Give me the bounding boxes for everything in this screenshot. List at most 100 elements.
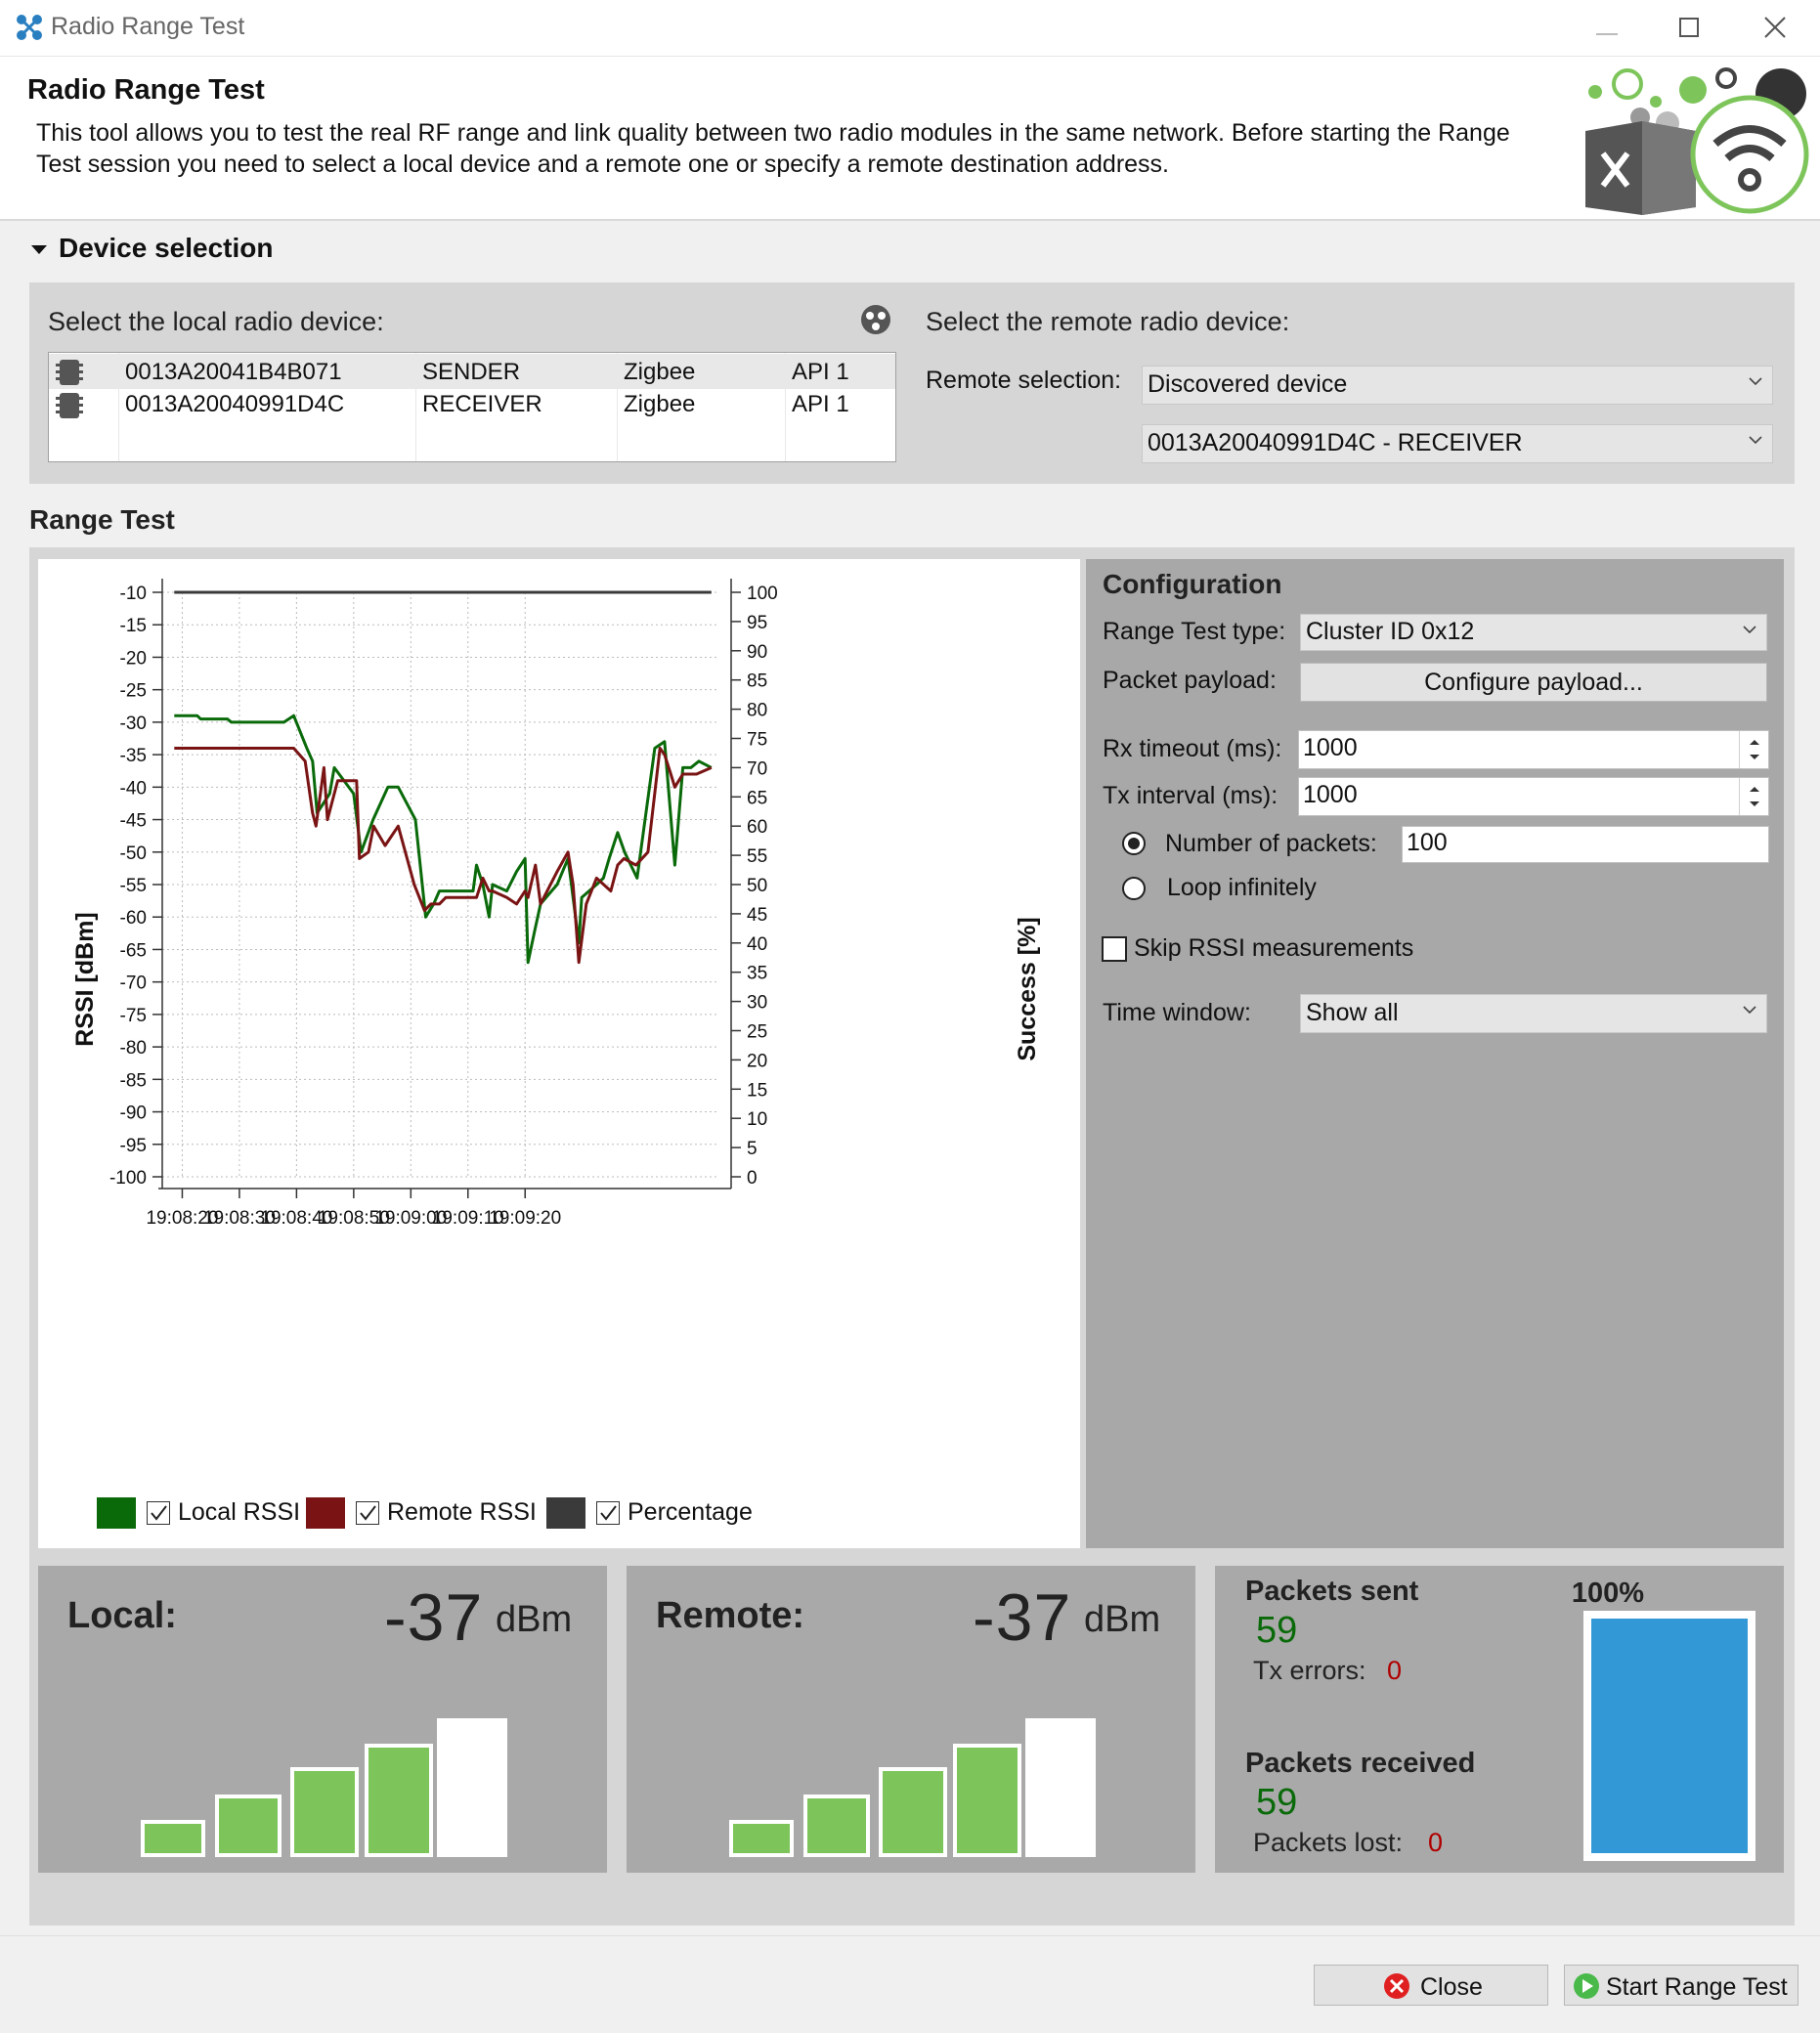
skip-rssi-checkbox[interactable]: [1102, 936, 1127, 962]
packets-lost-label: Packets lost:: [1253, 1828, 1404, 1857]
remote-device-label: Select the remote radio device:: [926, 307, 1290, 336]
range-test-type-dropdown[interactable]: Cluster ID 0x12: [1300, 614, 1767, 651]
device-protocol: Zigbee: [624, 391, 696, 417]
signal-bar: [215, 1795, 282, 1857]
number-of-packets-radio[interactable]: [1121, 831, 1147, 856]
y-tick-label: -45: [120, 811, 147, 832]
y-tick-label: -20: [120, 648, 147, 669]
spinner-arrows-icon: [1750, 787, 1759, 806]
y2-tick-label: 75: [747, 730, 767, 751]
y-tick-label: -95: [120, 1136, 147, 1156]
tx-interval-input[interactable]: 1000: [1298, 777, 1769, 816]
y2-tick-label: 10: [747, 1109, 767, 1130]
minimize-button[interactable]: [1588, 8, 1627, 47]
loop-infinitely-radio[interactable]: [1121, 876, 1147, 901]
legend-swatch-local: [97, 1497, 136, 1529]
table-row[interactable]: 0013A20040991D4C RECEIVER Zigbee API 1: [49, 389, 895, 424]
chevron-down-icon: [1749, 377, 1762, 386]
discover-button[interactable]: [860, 304, 891, 335]
title-bar: [0, 0, 1820, 57]
series-line-remote-rssi: [174, 747, 713, 965]
remote-rssi-value: -37: [973, 1580, 1072, 1655]
rx-timeout-spinner[interactable]: [1739, 731, 1768, 768]
tx-errors-label: Tx errors:: [1253, 1656, 1366, 1685]
chart-grid: [162, 591, 719, 1178]
y2-tick-label: 80: [747, 701, 767, 721]
table-row[interactable]: 0013A20041B4B071 SENDER Zigbee API 1: [49, 354, 895, 389]
number-of-packets-value: 100: [1407, 829, 1448, 856]
play-icon: [1574, 1973, 1599, 1999]
packets-received-value: 59: [1256, 1782, 1298, 1823]
close-button[interactable]: Close: [1314, 1965, 1548, 2006]
local-device-label: Select the local radio device:: [48, 307, 384, 336]
device-protocol: Zigbee: [624, 359, 696, 385]
check-icon: [600, 1505, 617, 1521]
chevron-down-icon: [1749, 436, 1762, 445]
y-tick-label: -25: [120, 681, 147, 702]
y2-tick-label: 30: [747, 993, 767, 1014]
tx-interval-value: 1000: [1303, 781, 1358, 808]
start-button-label: Start Range Test: [1606, 1973, 1788, 2001]
device-mode: API 1: [792, 391, 849, 417]
y2-tick-label: 35: [747, 964, 767, 984]
y-axis-label: RSSI [dBm]: [71, 912, 99, 1047]
y2-tick-label: 45: [747, 905, 767, 926]
minimize-icon: [1596, 33, 1618, 35]
skip-rssi-label: Skip RSSI measurements: [1134, 934, 1414, 962]
signal-bar: [953, 1744, 1021, 1857]
success-progress-fill: [1591, 1619, 1748, 1853]
rx-timeout-label: Rx timeout (ms):: [1103, 735, 1282, 762]
start-range-test-button[interactable]: Start Range Test: [1564, 1965, 1798, 2006]
number-of-packets-input[interactable]: 100: [1402, 826, 1769, 863]
signal-bar-empty: [1025, 1718, 1096, 1857]
configure-payload-button[interactable]: Configure payload...: [1300, 663, 1767, 702]
y-tick-label: -40: [120, 778, 147, 799]
legend-checkbox-percentage[interactable]: [596, 1501, 620, 1525]
local-rssi-unit: dBm: [496, 1599, 573, 1640]
maximize-icon: [1679, 18, 1699, 37]
chevron-down-icon: [1743, 1006, 1756, 1015]
chevron-down-icon: [1743, 626, 1756, 634]
remote-selection-dropdown[interactable]: Discovered device: [1142, 366, 1773, 405]
rx-timeout-input[interactable]: 1000: [1298, 730, 1769, 769]
chart-series: [174, 590, 713, 965]
y-tick-label: -15: [120, 616, 147, 636]
y2-tick-label: 50: [747, 876, 767, 896]
configuration-title: Configuration: [1103, 569, 1282, 599]
time-window-dropdown[interactable]: Show all: [1300, 994, 1767, 1033]
legend-swatch-remote: [306, 1497, 345, 1529]
y2-tick-label: 65: [747, 788, 767, 808]
rssi-chart: -10 -15 -20 -25 -30 -35 -40 -45 -50 -55 -60 -65 -70 -…: [38, 559, 1080, 1548]
window-title: Radio Range Test: [51, 13, 245, 40]
legend-checkbox-remote[interactable]: [356, 1501, 379, 1525]
y2-tick-label: 100: [747, 584, 778, 604]
chart-svg: -10 -15 -20 -25 -30 -35 -40 -45 -50 -55 -60 -65 -70 -…: [71, 579, 1041, 1229]
packets-lost-value: 0: [1428, 1828, 1444, 1857]
remote-rssi-unit: dBm: [1084, 1599, 1161, 1640]
chart-ticks: -10 -15 -20 -25 -30 -35 -40 -45 -50 -55 -60 -65 -70 -…: [109, 584, 778, 1229]
close-window-button[interactable]: [1755, 8, 1795, 47]
y2-tick-label: 15: [747, 1080, 767, 1101]
radio-module-icon: [56, 360, 83, 385]
range-test-title: Range Test: [29, 504, 175, 535]
remote-device-dropdown[interactable]: 0013A20040991D4C - RECEIVER: [1142, 424, 1773, 463]
spinner-arrows-icon: [1750, 740, 1759, 759]
check-icon: [151, 1505, 167, 1521]
y-tick-label: -30: [120, 714, 147, 734]
loop-infinitely-label: Loop infinitely: [1167, 874, 1317, 901]
legend-label-remote: Remote RSSI: [387, 1498, 537, 1526]
signal-bar: [141, 1820, 205, 1857]
signal-bar-empty: [437, 1718, 507, 1857]
y2-tick-label: 95: [747, 613, 767, 633]
signal-bar: [290, 1767, 359, 1857]
legend-checkbox-local[interactable]: [147, 1501, 170, 1525]
y2-axis-label: Success [%]: [1014, 917, 1041, 1060]
device-mode: API 1: [792, 359, 849, 385]
local-rssi-value: -37: [384, 1580, 484, 1655]
local-device-table: 0013A20041B4B071 SENDER Zigbee API 1 001…: [48, 352, 896, 462]
maximize-button[interactable]: [1671, 8, 1711, 47]
collapse-toggle[interactable]: [29, 240, 49, 260]
tx-interval-spinner[interactable]: [1739, 778, 1768, 815]
remote-selection-value: Discovered device: [1148, 370, 1348, 398]
local-signal-meter: Local: -37 dBm: [38, 1566, 607, 1873]
